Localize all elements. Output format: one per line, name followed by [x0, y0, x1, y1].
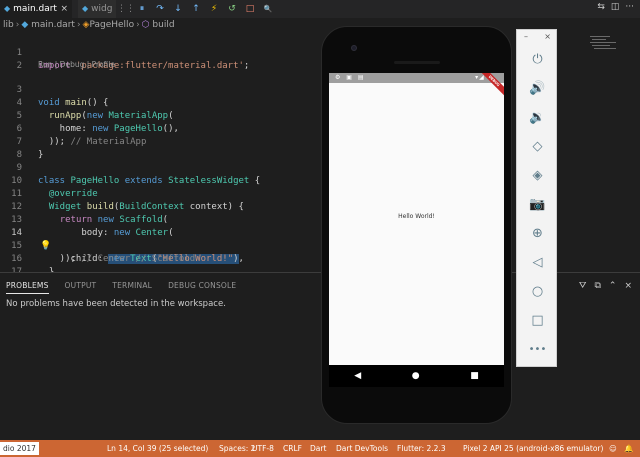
code-line[interactable]: 17 }	[0, 253, 320, 290]
panel-actions: ⛛ ⧉ ⌃ ×	[579, 281, 632, 291]
android-nav-bar: ◀ ● ■	[329, 365, 504, 387]
feedback-icon[interactable]: ☺	[609, 440, 617, 457]
code-line[interactable]: 1 import 'package:flutter/material.dart'…	[0, 34, 320, 71]
android-status-bar: ⚙ ▣ ▤ ▾◢ ▮	[329, 73, 504, 83]
encoding[interactable]: UTF-8	[252, 440, 274, 457]
volume-down-icon[interactable]: 🔉	[517, 110, 558, 126]
code-line[interactable]: 11 Widget build(BuildContext context) {	[0, 175, 320, 212]
back-icon[interactable]: ◀	[354, 371, 361, 381]
camera-icon	[351, 45, 357, 51]
collapse-all-icon[interactable]: ⧉	[594, 281, 600, 291]
indentation[interactable]: Spaces: 2	[219, 440, 255, 457]
tab-terminal[interactable]: TERMINAL	[112, 281, 152, 294]
tab-debug-console[interactable]: DEBUG CONSOLE	[168, 281, 236, 294]
emulator-toolbar: – × ⏻ 🔊 🔉 ◇ ◈ 📷 ⊕ ◁ ○ □ •••	[516, 29, 557, 367]
tab-widget[interactable]: ◆ widg	[78, 0, 116, 18]
rotate-right-icon[interactable]: ◈	[517, 168, 558, 184]
code-line[interactable]: 4 runApp(new MaterialApp(	[0, 84, 320, 121]
minimap[interactable]	[586, 34, 630, 64]
code-line[interactable]: 16 }	[0, 240, 320, 277]
editor-actions: ⇆ ◫ ···	[597, 2, 634, 12]
debug-toolbar: ⋮⋮ ⏸ ↷ ↓ ↑ ⚡ ↺ □ 🔍	[117, 1, 275, 17]
drag-handle-icon[interactable]: ⋮⋮	[117, 1, 135, 17]
step-over-icon[interactable]: ↷	[153, 1, 167, 17]
code-line[interactable]: 5 home: new PageHello(),	[0, 97, 320, 134]
tab-problems[interactable]: PROBLEMS	[6, 281, 49, 294]
emulator-window-controls: – ×	[517, 32, 558, 43]
more-actions-icon[interactable]: ···	[625, 2, 634, 12]
status-bar: dio 2017 Ln 14, Col 39 (25 selected) Spa…	[0, 440, 640, 457]
recents-icon[interactable]: ■	[470, 371, 479, 381]
maximize-panel-icon[interactable]: ⌃	[609, 281, 617, 291]
code-line[interactable]: 10 @override	[0, 162, 320, 199]
close-tab-icon[interactable]: ×	[60, 0, 68, 18]
cursor-position[interactable]: Ln 14, Col 39 (25 selected)	[107, 440, 208, 457]
code-line[interactable]: 2	[0, 47, 320, 71]
filter-icon[interactable]: ⛛	[579, 281, 587, 291]
close-icon[interactable]: ×	[544, 32, 551, 41]
dart-file-icon: ◆	[21, 20, 29, 30]
tab-label: main.dart	[13, 4, 57, 14]
flutter-version[interactable]: Flutter: 2.2.3	[397, 440, 446, 457]
volume-up-icon[interactable]: 🔊	[517, 81, 558, 97]
code-line[interactable]: 8	[0, 136, 320, 160]
camera-screenshot-icon[interactable]: 📷	[517, 197, 558, 213]
breadcrumb-method[interactable]: build	[152, 20, 174, 30]
code-line-current[interactable]: 14 💡 child: new Text("Hello World!"),	[0, 214, 320, 264]
power-icon[interactable]: ⏻	[517, 52, 558, 68]
minimize-icon[interactable]: –	[524, 32, 528, 41]
code-line[interactable]: 12 return new Scaffold(	[0, 188, 320, 225]
code-editor[interactable]: 1 import 'package:flutter/material.dart'…	[0, 34, 320, 290]
codelens-run-debug-profile[interactable]: Run | Debug | Profile	[38, 60, 115, 69]
dart-file-icon: ◆	[4, 4, 11, 13]
hot-reload-icon[interactable]: ⚡	[207, 1, 221, 17]
breadcrumb-class[interactable]: PageHello	[89, 20, 134, 30]
stop-icon[interactable]: □	[243, 1, 257, 17]
breadcrumb: lib › ◆ main.dart › ◈PageHello › ⬡ build	[3, 20, 175, 30]
close-panel-icon[interactable]: ×	[624, 281, 632, 291]
pause-icon[interactable]: ⏸	[135, 1, 149, 17]
code-line[interactable]: 7 }	[0, 123, 320, 160]
overview-icon[interactable]: □	[517, 313, 558, 329]
step-into-icon[interactable]: ↓	[171, 1, 185, 17]
end-of-line[interactable]: CRLF	[283, 440, 302, 457]
method-icon: ⬡	[141, 20, 150, 30]
home-icon[interactable]: ●	[412, 371, 420, 381]
split-editor-icon[interactable]: ◫	[611, 2, 620, 12]
panel-tabs: PROBLEMS OUTPUT TERMINAL DEBUG CONSOLE	[6, 281, 236, 294]
problems-message: No problems have been detected in the wo…	[6, 299, 226, 309]
device-selector[interactable]: Pixel 2 API 25 (android-x86 emulator)	[463, 440, 603, 457]
zoom-icon[interactable]: ⊕	[517, 226, 558, 242]
tab-main-dart[interactable]: ◆ main.dart ×	[0, 0, 72, 18]
emulator-screen[interactable]: ⚙ ▣ ▤ ▾◢ ▮ DEBUG Hello World!	[329, 73, 504, 365]
status-notification-icons: ⚙ ▣ ▤	[335, 74, 366, 81]
code-line[interactable]: 13 body: new Center(	[0, 201, 320, 238]
inspect-icon[interactable]: 🔍	[261, 1, 275, 17]
code-line[interactable]: 6 )); // MaterialApp	[0, 110, 320, 147]
compare-icon[interactable]: ⇆	[597, 2, 605, 12]
tab-bar: ◆ main.dart × ◆ widg ⋮⋮ ⏸ ↷ ↓ ↑ ⚡ ↺ □ 🔍 ⇆ …	[0, 0, 640, 18]
tab-label: widg	[91, 4, 113, 14]
language-mode[interactable]: Dart	[310, 440, 326, 457]
speaker-grille	[394, 61, 440, 64]
step-out-icon[interactable]: ↑	[189, 1, 203, 17]
hello-world-text: Hello World!	[398, 213, 435, 220]
breadcrumb-lib[interactable]: lib	[3, 20, 14, 30]
breadcrumb-file[interactable]: main.dart	[31, 20, 75, 30]
code-line[interactable]: 15 )); // Center // Scaffold	[0, 227, 320, 264]
code-line[interactable]: 9 class PageHello extends StatelessWidge…	[0, 149, 320, 186]
code-line[interactable]: 3 void main() {	[0, 71, 320, 108]
dart-file-icon: ◆	[82, 4, 89, 13]
home-icon[interactable]: ○	[517, 284, 558, 300]
notifications-icon[interactable]: 🔔	[624, 440, 633, 457]
restart-icon[interactable]: ↺	[225, 1, 239, 17]
dart-devtools[interactable]: Dart DevTools	[336, 440, 388, 457]
android-emulator-device: ⚙ ▣ ▤ ▾◢ ▮ DEBUG Hello World! ◀ ● ■	[321, 26, 512, 424]
more-icon[interactable]: •••	[517, 342, 558, 358]
taskbar-app-label[interactable]: dio 2017	[0, 442, 39, 455]
rotate-left-icon[interactable]: ◇	[517, 139, 558, 155]
tab-output[interactable]: OUTPUT	[65, 281, 97, 294]
back-icon[interactable]: ◁	[517, 255, 558, 271]
